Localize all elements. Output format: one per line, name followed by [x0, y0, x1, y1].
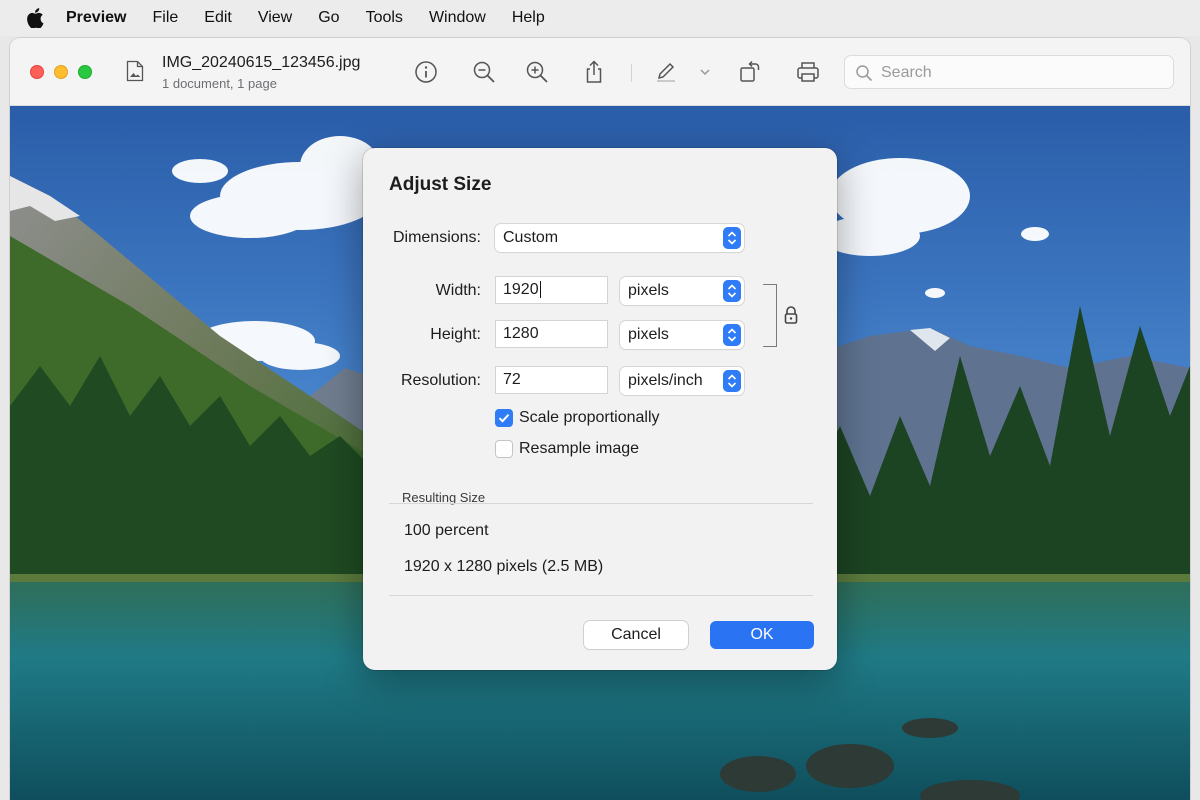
menu-app-name[interactable]: Preview	[66, 9, 126, 27]
width-unit: pixels	[628, 282, 669, 299]
dimensions-value: Custom	[503, 229, 559, 246]
width-value: 1920	[503, 281, 539, 298]
dialog-title: Adjust Size	[389, 174, 492, 195]
zoom-out-icon[interactable]	[472, 60, 496, 84]
document-icon	[126, 60, 144, 82]
height-label: Height:	[430, 326, 481, 343]
checkmark-icon	[498, 414, 510, 423]
resample-image-checkbox[interactable]	[495, 440, 513, 458]
apple-logo-icon[interactable]	[26, 8, 44, 28]
divider-bottom	[389, 595, 813, 596]
ok-button[interactable]: OK	[710, 621, 814, 649]
resolution-field[interactable]: 72	[495, 366, 608, 394]
share-icon[interactable]	[582, 60, 606, 84]
menu-help[interactable]: Help	[512, 9, 545, 27]
resolution-unit-stepper-icon	[723, 370, 741, 392]
height-unit: pixels	[628, 326, 669, 343]
chevron-down-icon[interactable]	[698, 60, 712, 84]
height-field[interactable]: 1280	[495, 320, 608, 348]
document-subtitle: 1 document, 1 page	[162, 76, 277, 91]
dimensions-popup[interactable]: Custom	[495, 224, 744, 252]
divider-top	[389, 503, 813, 504]
info-icon[interactable]	[414, 60, 438, 84]
proportion-bracket	[763, 284, 777, 347]
menu-view[interactable]: View	[258, 9, 292, 27]
menu-file[interactable]: File	[152, 9, 178, 27]
document-title: IMG_20240615_123456.jpg	[162, 54, 361, 71]
menu-edit[interactable]: Edit	[204, 9, 232, 27]
close-window-button[interactable]	[30, 65, 44, 79]
menu-tools[interactable]: Tools	[366, 9, 403, 27]
cancel-button[interactable]: Cancel	[584, 621, 688, 649]
result-percent: 100 percent	[404, 522, 489, 539]
resolution-label: Resolution:	[400, 372, 481, 389]
resolution-value: 72	[503, 371, 521, 388]
maximize-window-button[interactable]	[78, 65, 92, 79]
rotate-icon[interactable]	[738, 60, 762, 84]
height-unit-stepper-icon	[723, 324, 741, 346]
text-caret	[539, 281, 541, 299]
width-unit-popup[interactable]: pixels	[620, 277, 744, 305]
height-value: 1280	[503, 325, 539, 342]
dimensions-label: Dimensions:	[392, 229, 481, 246]
search-icon	[856, 65, 873, 82]
search-box[interactable]	[844, 55, 1174, 89]
menu-bar: Preview File Edit View Go Tools Window H…	[0, 0, 1200, 36]
toolbar-separator	[631, 64, 632, 82]
resolution-unit-popup[interactable]: pixels/inch	[620, 367, 744, 395]
menu-window[interactable]: Window	[429, 9, 486, 27]
minimize-window-button[interactable]	[54, 65, 68, 79]
resample-image-label[interactable]: Resample image	[519, 440, 639, 458]
markup-icon[interactable]	[654, 60, 678, 84]
height-unit-popup[interactable]: pixels	[620, 321, 744, 349]
resolution-unit: pixels/inch	[628, 372, 703, 389]
width-unit-stepper-icon	[723, 280, 741, 302]
print-icon[interactable]	[796, 60, 820, 84]
zoom-in-icon[interactable]	[525, 60, 549, 84]
dimensions-stepper-icon	[723, 227, 741, 249]
scale-proportionally-checkbox[interactable]	[495, 409, 513, 427]
adjust-size-dialog: Adjust Size Dimensions: Custom Width: 19…	[363, 148, 837, 670]
lock-icon[interactable]	[783, 305, 799, 325]
result-size: 1920 x 1280 pixels (2.5 MB)	[404, 558, 604, 575]
scale-proportionally-label[interactable]: Scale proportionally	[519, 409, 660, 427]
search-input[interactable]	[881, 62, 1161, 84]
width-field[interactable]: 1920	[495, 276, 608, 304]
width-label: Width:	[435, 282, 481, 299]
window-toolbar: IMG_20240615_123456.jpg 1 document, 1 pa…	[10, 38, 1190, 106]
menu-go[interactable]: Go	[318, 9, 339, 27]
